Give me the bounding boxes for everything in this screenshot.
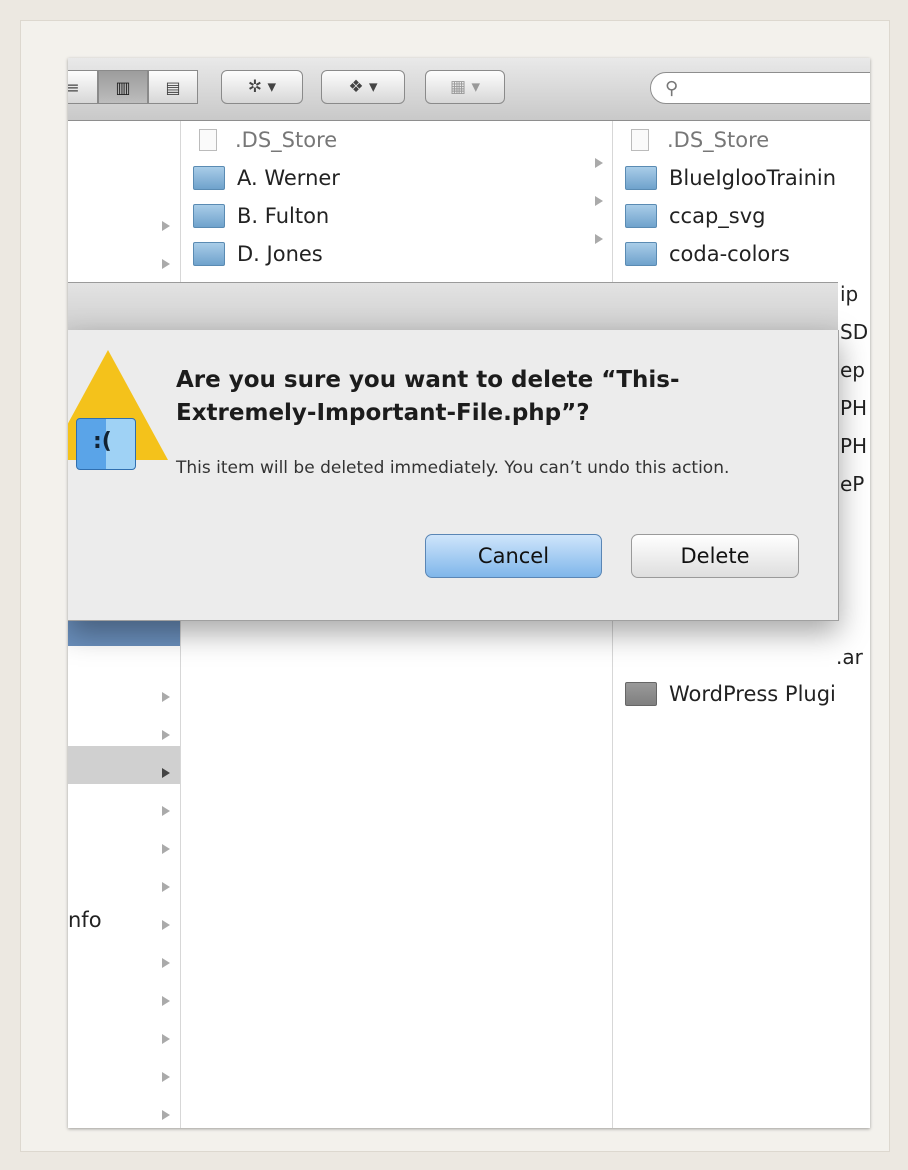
disclosure-arrow-icon[interactable] [162, 1072, 170, 1082]
toolbar: ≡ ▥ ▤ ✲ ▾ ❖ ▾ ▦ ▾ ⚲ [68, 58, 870, 121]
folder-icon [625, 166, 657, 190]
item-label: nfo [68, 908, 102, 932]
list-item[interactable]: BlueIglooTrainin [613, 159, 870, 197]
disclosure-arrow-icon[interactable] [595, 234, 603, 244]
dialog-message: This item will be deleted immediately. Y… [176, 458, 730, 478]
list-item[interactable]: B. Fulton [181, 197, 612, 235]
disclosure-arrow-icon[interactable] [162, 221, 170, 231]
list-item[interactable]: .DS_Store [181, 121, 612, 159]
item-label: D. Jones [237, 242, 323, 266]
arrange-icon: ▦ ▾ [450, 77, 480, 97]
disclosure-arrow-icon[interactable] [162, 259, 170, 269]
search-input[interactable] [678, 79, 833, 97]
item-label: PH [840, 434, 868, 458]
list-view-button[interactable]: ≡ [68, 70, 98, 104]
list-item[interactable]: WordPress Plugi [613, 675, 870, 713]
item-label: SD [840, 320, 869, 344]
list-item[interactable]: .DS_Store [613, 121, 870, 159]
item-label: ep [840, 358, 865, 382]
folder-icon [193, 242, 225, 266]
item-label: PH [840, 396, 868, 420]
column-1: nfo [68, 121, 181, 1128]
sheet-header [68, 282, 838, 332]
item-label: BlueIglooTrainin [669, 166, 837, 190]
column-2: .DS_Store A. Werner B. Fulton D. Jones [181, 121, 613, 1128]
item-label: eP [840, 472, 865, 496]
disclosure-arrow-icon[interactable] [162, 958, 170, 968]
delete-button[interactable]: Delete [631, 534, 799, 578]
item-label: ip [840, 282, 859, 306]
disclosure-arrow-icon[interactable] [162, 730, 170, 740]
search-field[interactable]: ⚲ [650, 72, 870, 104]
partial-names: ip SD ep PH PH eP [840, 275, 868, 503]
list-item[interactable]: D. Jones [181, 235, 612, 273]
action-button[interactable]: ✲ ▾ [221, 70, 303, 104]
document-icon [631, 129, 649, 151]
item-label: .DS_Store [235, 128, 338, 152]
disclosure-arrow-icon[interactable] [162, 1110, 170, 1120]
item-label: B. Fulton [237, 204, 330, 228]
disclosure-arrow-icon[interactable] [162, 996, 170, 1006]
list-item[interactable]: ccap_svg [613, 197, 870, 235]
document-icon [199, 129, 217, 151]
view-mode-segmented-control: ≡ ▥ ▤ [68, 70, 198, 104]
item-label: A. Werner [237, 166, 340, 190]
folder-icon [625, 682, 657, 706]
dropbox-button[interactable]: ❖ ▾ [321, 70, 405, 104]
item-label: .ar [836, 645, 863, 669]
disclosure-arrow-icon[interactable] [162, 1034, 170, 1044]
coverflow-view-button[interactable]: ▤ [148, 70, 198, 104]
folder-icon [625, 242, 657, 266]
folder-icon [193, 204, 225, 228]
column-3: .DS_Store BlueIglooTrainin ccap_svg coda… [613, 121, 870, 1128]
cancel-button[interactable]: Cancel [425, 534, 602, 578]
disclosure-arrow-icon[interactable] [162, 768, 170, 778]
disclosure-arrow-icon[interactable] [162, 882, 170, 892]
dialog-title: Are you sure you want to delete “This-Ex… [176, 367, 680, 426]
folder-icon [625, 204, 657, 228]
disclosure-arrow-icon[interactable] [162, 806, 170, 816]
item-label: .DS_Store [667, 128, 770, 152]
list-item[interactable]: coda-colors [613, 235, 870, 273]
item-label: coda-colors [669, 242, 790, 266]
finder-window: ≡ ▥ ▤ ✲ ▾ ❖ ▾ ▦ ▾ ⚲ nfo .DS_Store A. Wer… [68, 58, 870, 1128]
list-item[interactable]: A. Werner [181, 159, 612, 197]
highlighted-row[interactable] [68, 746, 180, 784]
delete-confirmation-dialog: :( Are you sure you want to delete “This… [68, 330, 839, 621]
disclosure-arrow-icon[interactable] [162, 920, 170, 930]
item-label: ccap_svg [669, 204, 766, 228]
dropbox-icon: ❖ ▾ [348, 77, 378, 97]
gear-icon: ✲ ▾ [247, 77, 277, 97]
disclosure-arrow-icon[interactable] [595, 158, 603, 168]
disclosure-arrow-icon[interactable] [162, 692, 170, 702]
disclosure-arrow-icon[interactable] [162, 844, 170, 854]
magnifier-icon: ⚲ [665, 77, 679, 99]
column-view-button[interactable]: ▥ [98, 70, 148, 104]
arrange-button[interactable]: ▦ ▾ [425, 70, 505, 104]
disclosure-arrow-icon[interactable] [595, 196, 603, 206]
finder-icon: :( [76, 418, 136, 470]
folder-icon [193, 166, 225, 190]
item-label: WordPress Plugi [669, 682, 836, 706]
